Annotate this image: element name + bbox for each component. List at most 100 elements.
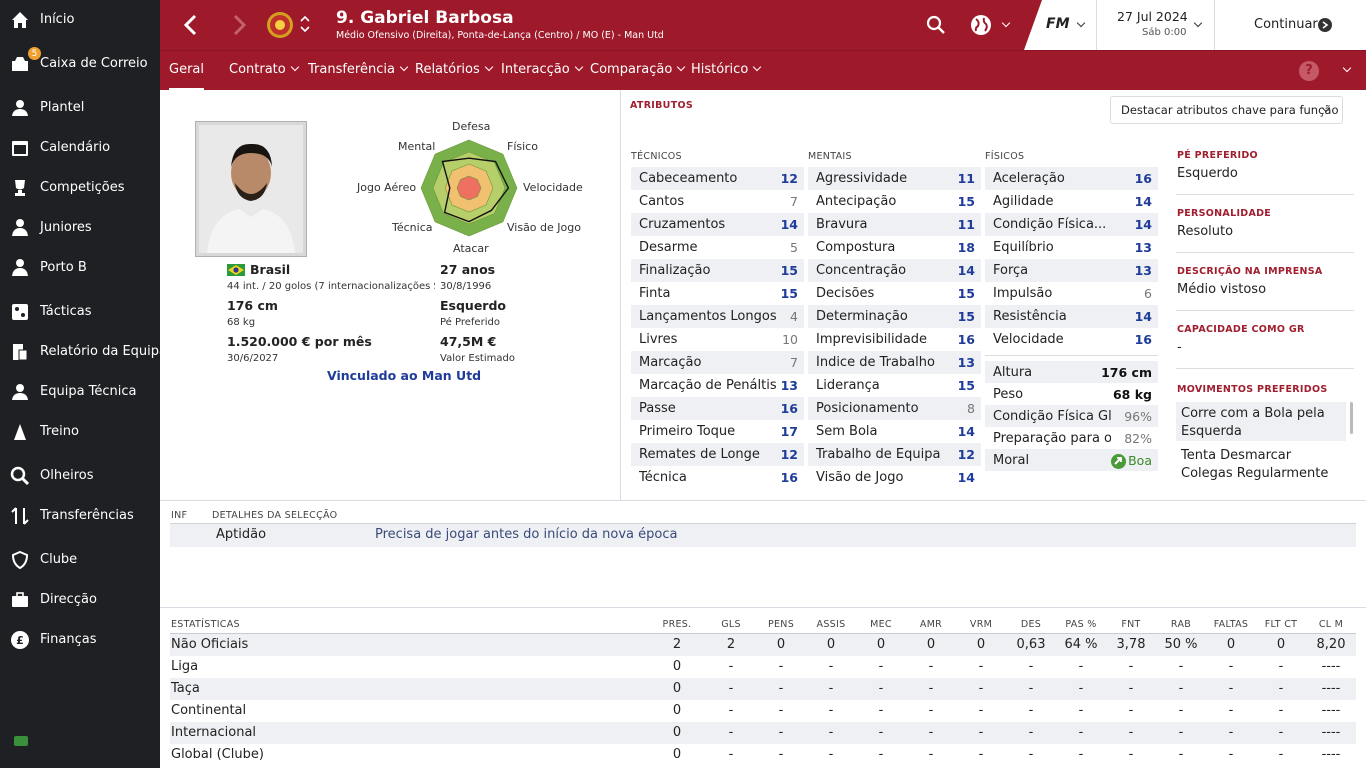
stats-row[interactable]: Liga 0- - - - - - - - - - - - ---- [170, 656, 1356, 678]
technical-attribute-row[interactable]: Finalização 15 [631, 259, 804, 282]
sidebar-item-report[interactable]: Relatório da Equipa [0, 337, 167, 367]
forward-button[interactable] [228, 13, 250, 37]
technical-attribute-row[interactable]: Lançamentos Longos 4 [631, 305, 804, 328]
mental-attribute-row[interactable]: Liderança 15 [808, 374, 981, 397]
preferred-foot-title: PÉ PREFERIDO [1177, 150, 1258, 161]
technical-attribute-row[interactable]: Técnica 16 [631, 466, 804, 489]
contract-status-link[interactable]: Vinculado ao Man Utd [327, 368, 481, 383]
attribute-name: Imprevisibilidade [816, 332, 928, 347]
mental-attribute-row[interactable]: Posicionamento 8 [808, 397, 981, 420]
attribute-value: 11 [957, 217, 975, 232]
attribute-value: 14 [957, 424, 975, 439]
physical-attribute-row[interactable]: Condição Física... 14 [985, 213, 1158, 236]
physical-attribute-row[interactable]: Impulsão 6 [985, 282, 1158, 305]
stats-column-header[interactable]: PRES. [647, 619, 707, 630]
sidebar-item-youth[interactable]: Juniores [0, 213, 160, 243]
stats-row[interactable]: Não Oficiais 2 2 0 0 0 0 0 0,63 64 % 3,78 50 % 0 0 8,2… [170, 634, 1356, 656]
technical-attribute-row[interactable]: Cabeceamento 12 [631, 167, 804, 190]
personality-title: PERSONALIDADE [1177, 208, 1272, 219]
attribute-name: Condição Física... [993, 217, 1107, 232]
tab-geral[interactable]: Geral [169, 51, 204, 91]
attribute-value: 11 [957, 171, 975, 186]
technical-attribute-row[interactable]: Marcação de Penáltis 13 [631, 374, 804, 397]
attribute-name: Cabeceamento [639, 171, 738, 186]
physical-attribute-row[interactable]: Força 13 [985, 259, 1158, 282]
mental-attribute-row[interactable]: Agressividade 11 [808, 167, 981, 190]
mental-attribute-row[interactable]: Determinação 15 [808, 305, 981, 328]
tab-relatorios[interactable]: Relatórios [415, 62, 494, 77]
mental-attribute-row[interactable]: Antecipação 15 [808, 190, 981, 213]
stats-column-header[interactable]: CL M [1301, 619, 1361, 630]
technical-attribute-row[interactable]: Remates de Longe 12 [631, 443, 804, 466]
back-button[interactable] [180, 13, 202, 37]
sidebar-item-training[interactable]: Treino [0, 417, 160, 447]
radar-label-bottom-left: Técnica [392, 221, 433, 234]
tab-interaccao[interactable]: Interacção [501, 62, 583, 77]
technical-attribute-row[interactable]: Marcação 7 [631, 351, 804, 374]
physical-attribute-row[interactable]: Agilidade 14 [985, 190, 1158, 213]
technical-attribute-row[interactable]: Cruzamentos 14 [631, 213, 804, 236]
mental-attribute-row[interactable]: Concentração 14 [808, 259, 981, 282]
sidebar-item-squad[interactable]: Plantel [0, 93, 160, 123]
chevron-down-icon[interactable] [1342, 63, 1352, 73]
tab-transferencia[interactable]: Transferência [308, 62, 409, 77]
stats-row[interactable]: Taça 0- - - - - - - - - - - - ---- [170, 678, 1356, 700]
physical-attribute-row[interactable]: Aceleração 16 [985, 167, 1158, 190]
stats-row[interactable]: Internacional 0- - - - - - - - - - - - ---- [170, 722, 1356, 744]
mental-attribute-row[interactable]: Trabalho de Equipa 12 [808, 443, 981, 466]
sidebar-item-home[interactable]: Início [0, 5, 160, 35]
physical-attribute-row[interactable]: Resistência 14 [985, 305, 1158, 328]
technical-attribute-row[interactable]: Primeiro Toque 17 [631, 420, 804, 443]
highlight-roles-dropdown[interactable]: Destacar atributos chave para função [1110, 96, 1343, 124]
technical-attribute-row[interactable]: Cantos 7 [631, 190, 804, 213]
attribute-value: 14 [780, 217, 798, 232]
sidebar-item-label: Porto B [40, 260, 87, 275]
search-button[interactable] [926, 15, 946, 35]
physical-info-row: Altura 176 cm [985, 361, 1158, 383]
sidebar-item-reserve-team[interactable]: Porto B [0, 253, 160, 283]
world-menu-button[interactable] [970, 14, 1011, 36]
sidebar-item-tactics[interactable]: Tácticas [0, 297, 160, 327]
club-crest-icon[interactable] [266, 10, 294, 40]
sidebar-item-club[interactable]: Clube [0, 545, 160, 575]
sidebar-item-staff[interactable]: Equipa Técnica [0, 377, 160, 407]
technical-attribute-row[interactable]: Finta 15 [631, 282, 804, 305]
board-icon [9, 589, 31, 611]
sidebar-item-finances[interactable]: £ Finanças [0, 625, 160, 655]
mental-attribute-row[interactable]: Imprevisibilidade 16 [808, 328, 981, 351]
date-display[interactable]: 27 Jul 2024 Sáb 0:00 [1096, 0, 1214, 50]
scrollbar[interactable] [1350, 402, 1353, 434]
sidebar-item-inbox[interactable]: 5 Caixa de Correio [0, 46, 160, 79]
sidebar-item-transfers[interactable]: Transferências [0, 501, 160, 531]
sidebar-item-trophy[interactable]: Competições [0, 173, 160, 203]
mental-attribute-row[interactable]: Sem Bola 14 [808, 420, 981, 443]
physical-attribute-row[interactable]: Velocidade 16 [985, 328, 1158, 351]
help-button[interactable]: ? [1299, 61, 1319, 81]
continue-button[interactable]: Continuar [1214, 0, 1366, 50]
tab-label: Contrato [229, 62, 286, 77]
tab-comparacao[interactable]: Comparação [590, 62, 686, 77]
status-indicator-icon[interactable] [14, 736, 28, 746]
physical-attribute-row[interactable]: Equilíbrio 13 [985, 236, 1158, 259]
sidebar-item-calendar[interactable]: Calendário [0, 133, 160, 163]
attribute-value: 15 [957, 286, 975, 301]
sidebar-item-board[interactable]: Direcção [0, 585, 160, 615]
tab-historico[interactable]: Histórico [691, 62, 762, 77]
mental-attribute-row[interactable]: Índice de Trabalho 13 [808, 351, 981, 374]
mental-attribute-row[interactable]: Decisões 15 [808, 282, 981, 305]
sidebar-item-scouting[interactable]: Olheiros [0, 461, 160, 491]
technical-attribute-row[interactable]: Passe 16 [631, 397, 804, 420]
stats-row[interactable]: Continental 0- - - - - - - - - - - - ---- [170, 700, 1356, 722]
technical-attribute-row[interactable]: Desarme 5 [631, 236, 804, 259]
mental-attribute-row[interactable]: Compostura 18 [808, 236, 981, 259]
mental-attribute-row[interactable]: Visão de Jogo 14 [808, 466, 981, 489]
tab-contrato[interactable]: Contrato [229, 62, 299, 77]
stats-row[interactable]: Global (Clube) 0- - - - - - - - - - - - ---- [170, 744, 1356, 766]
player-switch-icon[interactable] [299, 12, 311, 36]
technical-attribute-row[interactable]: Livres 10 [631, 328, 804, 351]
chevron-down-icon [753, 62, 762, 72]
attribute-value: 16 [1134, 332, 1152, 347]
highlight-roles-label: Destacar atributos chave para função [1121, 103, 1339, 117]
mental-attribute-row[interactable]: Bravura 11 [808, 213, 981, 236]
selection-label: Aptidão [216, 527, 267, 542]
